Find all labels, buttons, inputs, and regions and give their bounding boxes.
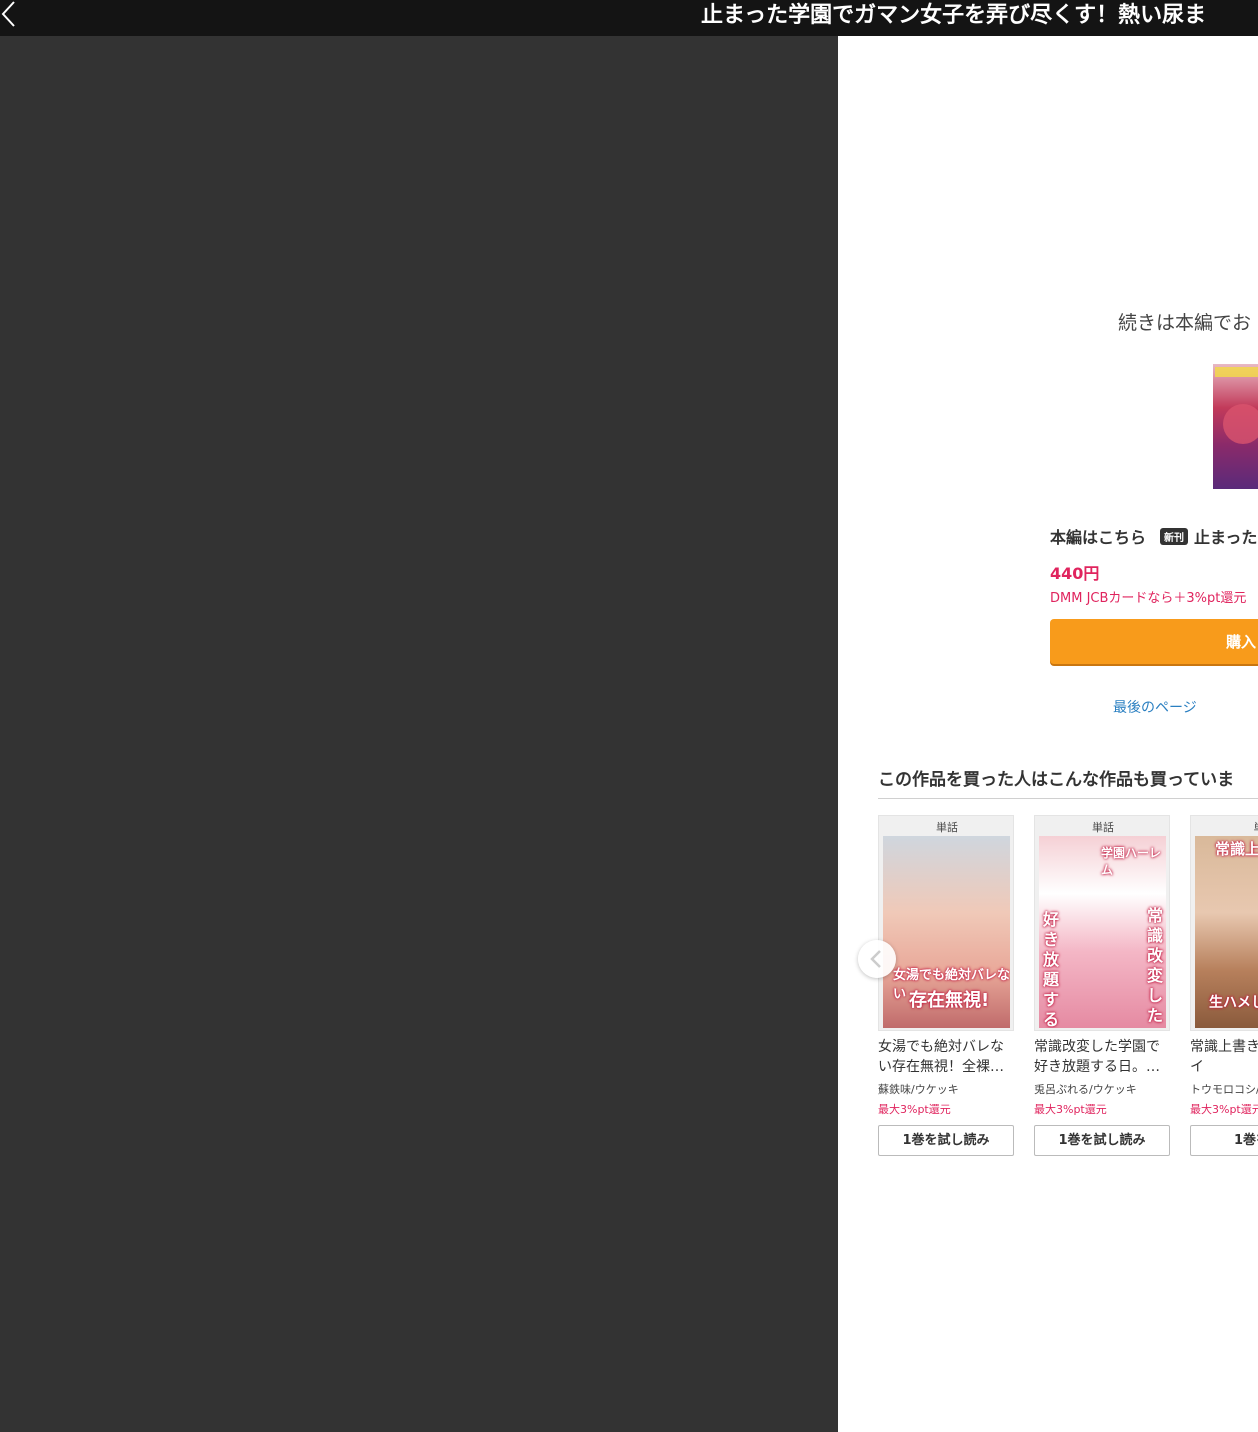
card-point: 最大3%pt還元 [878,1103,951,1116]
viewer-header: 止まった学園でガマン女子を弄び尽くす！熱い尿ま [0,0,1258,36]
cover-text: 生ハメし [1209,995,1258,1011]
main-work-link[interactable]: 本編はこちら新刊止まった学 [1050,524,1258,548]
card-author[interactable]: トウモロコシ/ [1190,1081,1258,1097]
cover-image: 学園ハーレム 好き放題する日 常識改変した [1039,836,1166,1028]
honpen-label: 本編はこちら [1050,528,1147,547]
card-title[interactable]: 常識上書き変態プレイ [1190,1037,1258,1077]
end-panel: 続きは本編でお 本編はこちら新刊止まった学 440円 DMM JCBカードなら＋… [838,36,1258,1432]
card-kind: 単 [1191,819,1258,835]
price: 440円 [1050,564,1100,583]
buy-button[interactable]: 購入 [1050,619,1258,664]
card-thumbnail[interactable]: 単話 学園ハーレム 好き放題する日 常識改変した [1034,815,1170,1031]
cover-character [1223,404,1258,444]
trial-read-button[interactable]: 1巻を試し読み [1034,1125,1170,1156]
recommend-heading: この作品を買った人はこんな作品も買っていま [878,770,1235,790]
back-button[interactable] [0,0,24,30]
new-badge: 新刊 [1160,528,1189,545]
card-kind: 単話 [1092,821,1114,834]
card-kind: 単話 [936,821,958,834]
chevron-left-icon [870,950,881,968]
card-point-note: DMM JCBカードなら＋3%pt還元 [1050,591,1247,606]
recommend-card[interactable]: 単話 学園ハーレム 好き放題する日 常識改変した 常識改変した学園で好き放題する… [1034,815,1170,1156]
cover-image: 女湯でも絶対バレない 存在無視! [883,836,1010,1028]
card-thumbnail[interactable]: 単 常識上 生ハメし [1190,815,1258,1031]
card-point: 最大3%pt還元 [1190,1103,1258,1116]
trial-read-button[interactable]: 1巻を試し読み [878,1125,1014,1156]
card-author[interactable]: 蘇鉄味/ウケッキ [878,1081,1014,1097]
recommend-card[interactable]: 単 常識上 生ハメし 常識上書き変態プレイ トウモロコシ/ 最大3%pt還元 1… [1190,815,1258,1156]
cover-text: 学園ハーレム [1101,846,1162,877]
carousel-prev-button[interactable] [858,940,896,978]
chevron-left-icon [1,1,15,27]
last-page-link[interactable]: 最後のページ [1113,697,1197,717]
continue-message: 続きは本編でお [1118,312,1252,334]
card-point: 最大3%pt還元 [1034,1103,1107,1116]
page-title: 止まった学園でガマン女子を弄び尽くす！熱い尿ま [701,3,1207,28]
card-thumbnail[interactable]: 単話 女湯でも絶対バレない 存在無視! [878,815,1014,1031]
buy-button-label: 購入 [1226,633,1257,651]
viewer-page-area[interactable] [0,36,838,1432]
main-work-cover[interactable] [1213,364,1258,489]
card-author[interactable]: 兎呂ぷれる/ウケッキ [1034,1081,1170,1097]
divider [878,798,1258,799]
cover-text: 常識上 [1215,840,1258,858]
card-title[interactable]: 常識改変した学園で好き放題する日。… [1034,1037,1170,1077]
card-title[interactable]: 女湯でも絶対バレない存在無視！全裸… [878,1037,1014,1077]
cover-title-strip [1215,367,1258,377]
recommend-card[interactable]: 単話 女湯でも絶対バレない 存在無視! 女湯でも絶対バレない存在無視！全裸… 蘇… [878,815,1014,1156]
cover-image: 常識上 生ハメし [1195,836,1258,1028]
cover-text: 常識改変した [1147,906,1164,1025]
cover-text: 好き放題する日 [1043,910,1060,1028]
cover-text: 存在無視! [909,990,990,1011]
trial-read-button[interactable]: 1巻を試 [1190,1125,1258,1156]
main-work-title: 止まった学 [1194,528,1258,547]
